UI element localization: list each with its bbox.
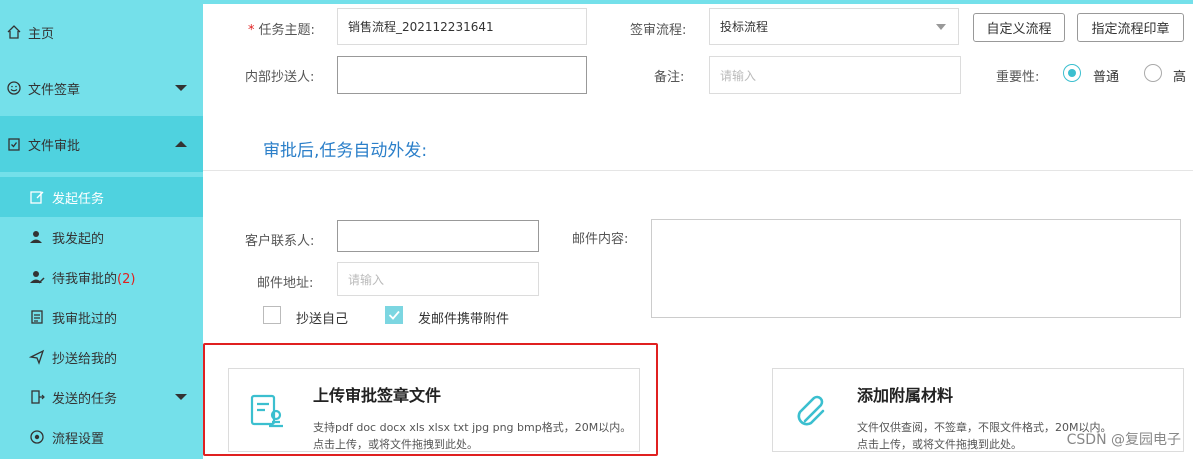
importance-normal-label: 普通	[1093, 70, 1120, 85]
remark-label: 备注:	[654, 70, 685, 85]
remark-placeholder: 请输入	[720, 68, 757, 83]
clipboard-check-icon	[5, 135, 23, 153]
nav-initiate-task-label: 发起任务	[52, 191, 105, 207]
nav-process-settings-label: 流程设置	[52, 431, 105, 447]
cc-self-checkbox[interactable]	[263, 306, 281, 324]
nav-file-sign-label: 文件签章	[28, 82, 81, 98]
user-edit-icon	[28, 228, 46, 246]
required-mark: *	[248, 23, 255, 38]
section-divider	[203, 170, 1193, 171]
door-exit-icon	[28, 388, 46, 406]
settings-icon	[28, 428, 46, 446]
subject-input[interactable]: 销售流程_202112231641	[337, 8, 587, 45]
chevron-down-icon	[175, 85, 187, 91]
user-pen-icon	[28, 268, 46, 286]
nav-approved-label: 我审批过的	[52, 311, 118, 327]
send-icon	[28, 348, 46, 366]
nav-pending-approval[interactable]: 待我审批的(2)	[0, 257, 203, 297]
contact-label: 客户联系人:	[245, 234, 315, 249]
nav-my-initiated-label: 我发起的	[52, 231, 105, 247]
nav-cc-me-label: 抄送给我的	[52, 351, 118, 367]
email-content-label: 邮件内容:	[572, 232, 629, 247]
highlight-box	[203, 343, 658, 456]
flow-select[interactable]: 投标流程	[709, 8, 959, 45]
watermark: CSDN @复园电子	[1066, 432, 1181, 448]
nav-process-settings[interactable]: 流程设置	[0, 417, 203, 457]
importance-normal-radio[interactable]	[1063, 64, 1081, 82]
nav-sent-tasks[interactable]: 发送的任务	[0, 377, 203, 417]
attach-checkbox[interactable]	[385, 306, 403, 324]
edit-icon	[28, 188, 46, 206]
pending-count-badge: (2)	[117, 271, 136, 287]
nav-sent-tasks-label: 发送的任务	[52, 391, 118, 407]
contact-input[interactable]	[337, 220, 539, 252]
home-icon	[5, 23, 23, 41]
email-addr-input[interactable]: 请输入	[337, 262, 539, 296]
email-content-textarea[interactable]	[651, 219, 1181, 318]
nav-pending-approval-label: 待我审批的(2)	[52, 271, 136, 287]
chevron-up-icon	[175, 141, 187, 147]
cc-label: 内部抄送人:	[245, 70, 315, 85]
email-addr-label: 邮件地址:	[257, 276, 314, 291]
document-list-icon	[28, 308, 46, 326]
custom-flow-button[interactable]: 自定义流程	[973, 13, 1065, 42]
smile-icon	[5, 79, 23, 97]
top-accent-bar	[203, 0, 1193, 4]
dropdown-arrow-icon	[936, 24, 946, 30]
importance-high-radio[interactable]	[1144, 64, 1162, 82]
paperclip-icon	[791, 391, 831, 435]
nav-home[interactable]: 主页	[0, 4, 203, 60]
flow-select-value: 投标流程	[720, 20, 769, 34]
nav-file-approve[interactable]: 文件审批	[0, 116, 203, 172]
check-icon	[388, 310, 400, 320]
nav-home-label: 主页	[28, 26, 55, 42]
subject-label: * 任务主题:	[248, 23, 315, 38]
importance-high-label: 高	[1173, 70, 1187, 85]
attach-label: 发邮件携带附件	[418, 312, 510, 327]
flow-label: 签审流程:	[630, 23, 687, 38]
importance-label: 重要性:	[996, 70, 1040, 85]
sidebar: 主页 文件签章 文件审批 发起任务 我发起的 待我审批的(2) 我审批过的 抄送…	[0, 0, 203, 459]
cc-self-label: 抄送自己	[296, 312, 349, 327]
attach-card-desc2: 点击上传，或将文件拖拽到此处。	[857, 438, 1022, 451]
cc-input[interactable]	[337, 56, 587, 94]
nav-approved[interactable]: 我审批过的	[0, 297, 203, 337]
attach-card-title: 添加附属材料	[857, 386, 954, 405]
main-content: * 任务主题: 销售流程_202112231641 签审流程: 投标流程 自定义流…	[203, 0, 1193, 459]
nav-initiate-task[interactable]: 发起任务	[0, 177, 203, 217]
nav-file-approve-label: 文件审批	[28, 138, 81, 154]
email-addr-placeholder: 请输入	[348, 272, 385, 287]
assign-seal-button[interactable]: 指定流程印章	[1077, 13, 1184, 42]
remark-input[interactable]: 请输入	[709, 56, 961, 94]
auto-send-title: 审批后,任务自动外发:	[263, 141, 428, 161]
nav-my-initiated[interactable]: 我发起的	[0, 217, 203, 257]
nav-file-sign[interactable]: 文件签章	[0, 60, 203, 116]
nav-cc-me[interactable]: 抄送给我的	[0, 337, 203, 377]
chevron-down-icon	[175, 394, 187, 400]
